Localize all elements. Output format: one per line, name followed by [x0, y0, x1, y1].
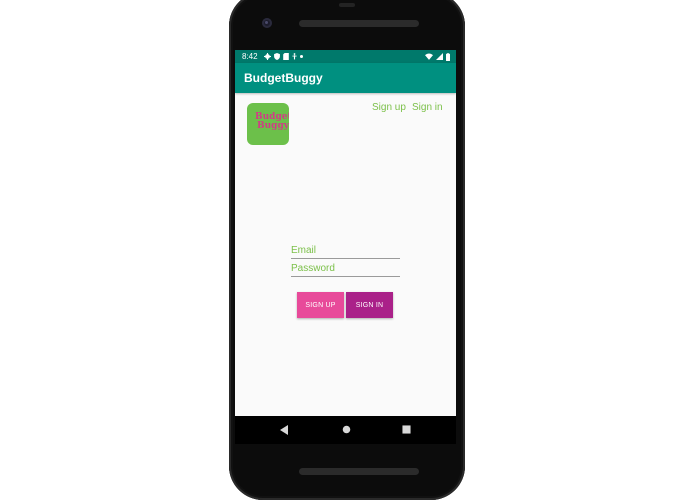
gear-icon — [264, 53, 271, 60]
email-field[interactable] — [291, 243, 400, 259]
sign-up-button[interactable]: SIGN UP — [297, 292, 344, 318]
app-bar: BudgetBuggy — [235, 63, 456, 93]
accessibility-icon — [292, 53, 297, 60]
phone-notch — [339, 3, 355, 7]
navigation-bar — [235, 416, 456, 444]
battery-icon — [446, 52, 450, 61]
top-speaker — [299, 20, 419, 27]
status-bar: 8:42 — [235, 50, 456, 63]
app-title: BudgetBuggy — [244, 71, 323, 85]
logo-text-line2: Buggy — [257, 121, 289, 131]
back-icon[interactable] — [280, 425, 289, 435]
dot-icon — [300, 55, 303, 58]
sign-in-button[interactable]: SIGN IN — [346, 292, 393, 318]
signin-link[interactable]: Sign in — [412, 102, 443, 113]
app-logo: Budget Buggy — [247, 103, 289, 145]
shield-icon — [274, 53, 280, 60]
recents-icon[interactable] — [402, 425, 411, 434]
password-field[interactable] — [291, 261, 400, 277]
front-camera — [262, 18, 272, 28]
wifi-icon — [425, 53, 433, 60]
sd-card-icon — [283, 53, 289, 60]
status-time: 8:42 — [242, 52, 258, 61]
cell-signal-icon — [436, 53, 443, 60]
bottom-speaker — [299, 468, 419, 475]
signup-link[interactable]: Sign up — [372, 102, 406, 113]
phone-screen: 8:42 BudgetBuggy Budget Buggy Sign up Si… — [235, 50, 456, 416]
home-icon[interactable] — [342, 425, 351, 434]
